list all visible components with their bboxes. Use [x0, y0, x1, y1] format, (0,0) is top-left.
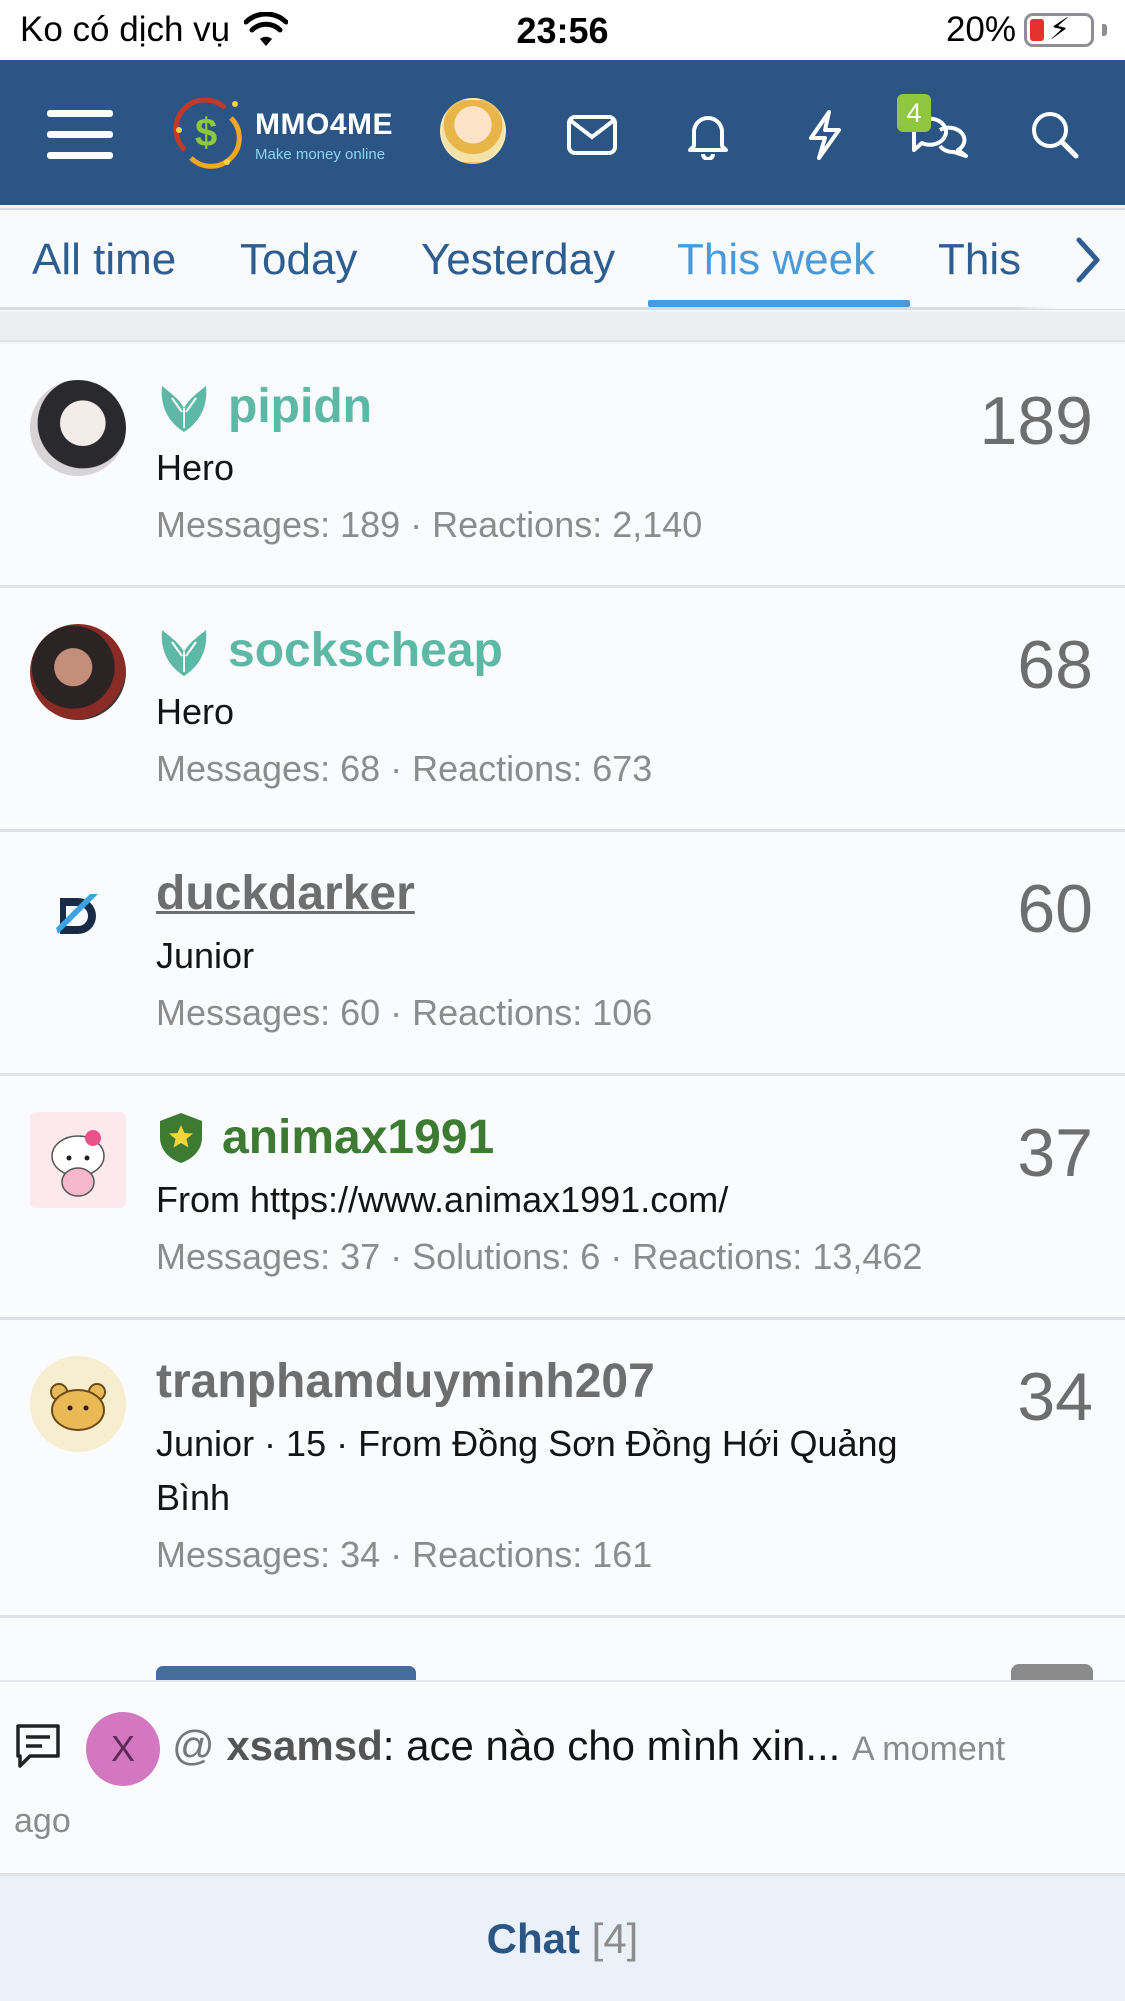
- message-count: 60: [1017, 871, 1093, 947]
- avatar-d-logo-icon: [56, 894, 98, 934]
- chevron-right-icon[interactable]: [1067, 232, 1107, 288]
- mention-symbol: @: [172, 1722, 215, 1769]
- time-filter-tabs: All time Today Yesterday This week This: [0, 208, 1125, 310]
- user-stats: Messages: 37 · Solutions: 6 · Reactions:…: [156, 1236, 923, 1277]
- chat-avatar[interactable]: X: [86, 1712, 160, 1786]
- user-stats: Messages: 68 · Reactions: 673: [156, 748, 653, 789]
- message-count: 189: [979, 383, 1093, 459]
- battery-percent: 20%: [945, 10, 1016, 49]
- message-count: 37: [1017, 1115, 1093, 1191]
- list-item[interactable]: animax1991 From https://www.animax1991.c…: [0, 1076, 1125, 1320]
- tab-yesterday[interactable]: Yesterday: [421, 235, 615, 285]
- message-count: 68: [1017, 627, 1093, 703]
- user-title: From https://www.animax1991.com/: [156, 1179, 729, 1220]
- chat-message-icon: [16, 1724, 60, 1768]
- list-item[interactable]: duckdarker Junior Messages: 60 · Reactio…: [0, 832, 1125, 1076]
- logo-text: MMO4ME: [255, 108, 393, 141]
- tab-all-time[interactable]: All time: [32, 235, 176, 285]
- username-link[interactable]: pipidn: [228, 379, 372, 434]
- active-tab-indicator: [648, 300, 910, 307]
- chat-notification[interactable]: X @ xsamsd: ace nào cho mình xin... A mo…: [0, 1680, 1125, 1876]
- svg-text:$: $: [195, 111, 217, 155]
- site-logo[interactable]: $ MMO4ME Make money online: [165, 90, 395, 180]
- wings-icon: [161, 386, 207, 432]
- user-stats: Messages: 34 · Reactions: 161: [156, 1534, 653, 1575]
- user-stats: Messages: 189 · Reactions: 2,140: [156, 504, 703, 545]
- user-stats: Messages: 60 · Reactions: 106: [156, 992, 653, 1033]
- chat-message: : ace nào cho mình xin...: [382, 1722, 841, 1769]
- username-link[interactable]: duckdarker: [156, 866, 415, 921]
- bell-icon[interactable]: [673, 100, 743, 170]
- avatar-bear-icon: [50, 1383, 106, 1431]
- menu-icon[interactable]: [45, 100, 115, 170]
- tab-this-week[interactable]: This week: [677, 235, 875, 285]
- user-avatar[interactable]: [440, 98, 506, 164]
- username-link[interactable]: animax1991: [222, 1110, 494, 1165]
- chat-time: A moment: [852, 1730, 1006, 1768]
- list-item[interactable]: tranphamduyminh207 Junior · 15 · From Đồ…: [0, 1320, 1125, 1618]
- list-item[interactable]: pipidn Hero Messages: 189 · Reactions: 2…: [0, 344, 1125, 588]
- chat-preview[interactable]: @ xsamsd: ace nào cho mình xin... A mome…: [172, 1722, 1005, 1770]
- chat-label: Chat: [486, 1915, 580, 1962]
- chat-username[interactable]: xsamsd: [226, 1722, 382, 1769]
- chat-toggle-bar[interactable]: Chat [4]: [0, 1876, 1125, 2001]
- chat-time-continued: ago: [14, 1802, 71, 1840]
- message-count: 34: [1017, 1359, 1093, 1435]
- battery-indicator: 20% ⚡: [946, 10, 1107, 50]
- user-title: Hero: [156, 447, 235, 488]
- avatar[interactable]: [30, 1112, 126, 1208]
- tab-today[interactable]: Today: [240, 235, 357, 285]
- avatar[interactable]: [30, 1356, 126, 1452]
- conversations-badge: 4: [897, 94, 931, 132]
- user-title: Junior · 15 · From Đồng Sơn Đồng Hới Quả…: [156, 1423, 898, 1518]
- list-item[interactable]: sockscheap Hero Messages: 68 · Reactions…: [0, 588, 1125, 832]
- avatar[interactable]: [30, 624, 126, 720]
- app-header: $ MMO4ME Make money online 4: [0, 60, 1125, 205]
- avatar[interactable]: [30, 380, 126, 476]
- search-icon[interactable]: [1020, 100, 1090, 170]
- bolt-icon[interactable]: [790, 100, 860, 170]
- logo-mark-icon: $: [173, 97, 242, 169]
- wings-icon: [161, 630, 207, 676]
- user-title: Junior: [156, 935, 255, 976]
- avatar-kitty-icon: [51, 1130, 105, 1197]
- mail-icon[interactable]: [557, 100, 627, 170]
- battery-icon: ⚡: [1024, 13, 1094, 47]
- status-bar: Ko có dịch vụ 23:56 20% ⚡: [0, 0, 1125, 60]
- chat-count: [4]: [591, 1915, 639, 1962]
- logo-subtitle: Make money online: [255, 146, 386, 163]
- tab-this-month[interactable]: This: [938, 235, 1021, 285]
- username-link[interactable]: tranphamduyminh207: [156, 1354, 655, 1409]
- shield-star-icon: [160, 1112, 202, 1163]
- user-title: Hero: [156, 691, 235, 732]
- avatar[interactable]: [30, 868, 126, 964]
- username-link[interactable]: sockscheap: [228, 623, 503, 678]
